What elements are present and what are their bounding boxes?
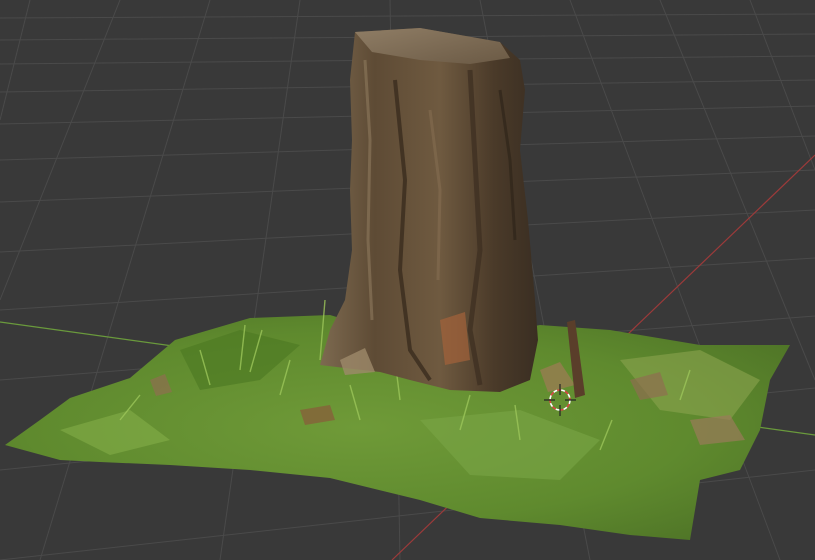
tree-stump-icon[interactable]: [320, 28, 538, 392]
viewport-canvas[interactable]: [0, 0, 815, 560]
3d-viewport[interactable]: [0, 0, 815, 560]
